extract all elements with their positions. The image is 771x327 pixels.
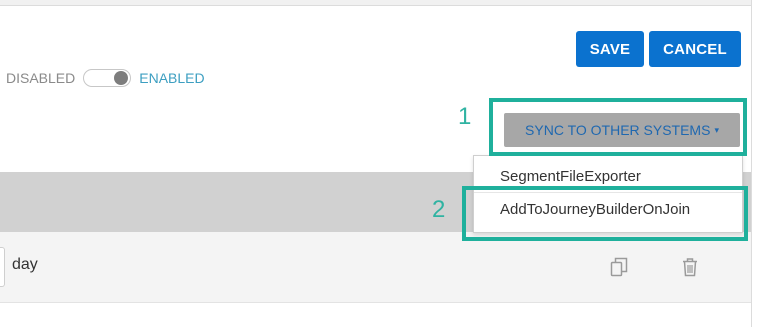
disabled-label: DISABLED: [6, 70, 76, 86]
toggle-knob: [114, 71, 129, 85]
copy-icon[interactable]: [610, 257, 628, 277]
callout-number-1: 1: [458, 103, 472, 130]
callout-number-2: 2: [432, 196, 446, 223]
right-scroll-rail: [751, 0, 771, 327]
top-frame-bar: [0, 0, 751, 6]
unit-value-text: day: [12, 256, 38, 273]
trash-icon[interactable]: [681, 257, 699, 277]
enabled-toggle-switch[interactable]: [83, 69, 132, 87]
save-button[interactable]: SAVE: [576, 31, 644, 67]
enabled-label: ENABLED: [139, 70, 205, 86]
menu-item-segment-file-exporter[interactable]: SegmentFileExporter: [500, 168, 641, 185]
row-value-field[interactable]: [0, 247, 5, 287]
callout-box-1: [489, 98, 747, 156]
status-toggle-row: DISABLED ENABLED: [6, 68, 205, 88]
cancel-button[interactable]: CANCEL: [649, 31, 741, 67]
callout-box-2: [462, 186, 748, 241]
table-row: [0, 232, 751, 303]
